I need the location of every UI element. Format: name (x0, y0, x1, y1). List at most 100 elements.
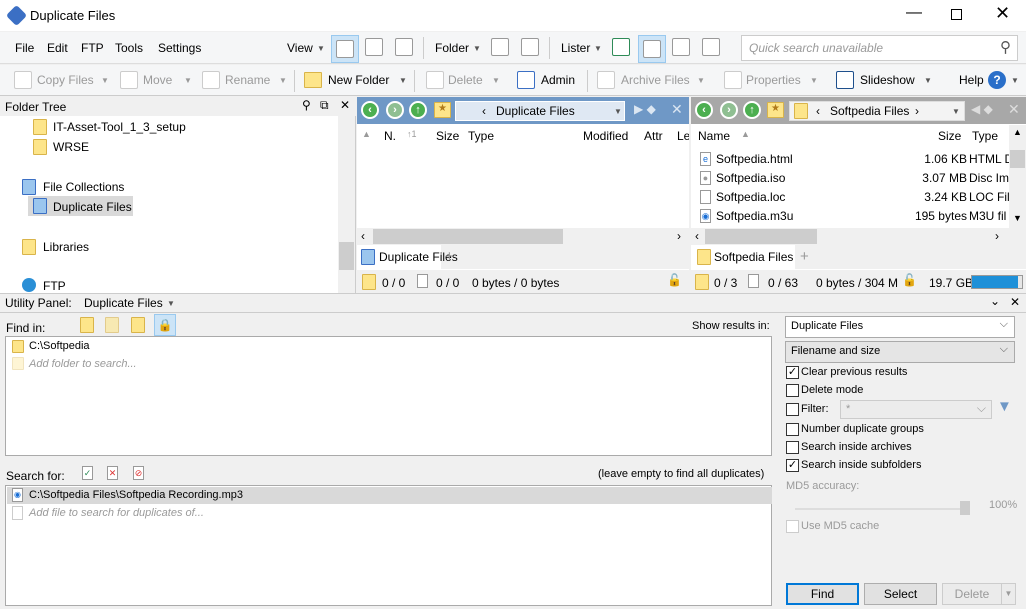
utility-close-icon[interactable]: ✕ (1010, 295, 1020, 309)
utility-mode-dropdown[interactable]: Duplicate Files (84, 296, 163, 310)
layout-dual-button[interactable] (395, 38, 413, 56)
delete-button[interactable]: Delete (448, 73, 483, 87)
favorites-icon[interactable]: ★ (434, 102, 451, 118)
delete-dropdown-button[interactable]: ▼ (1001, 583, 1016, 605)
clear-files-icon[interactable]: ⊘ (133, 466, 144, 480)
search-subfolders-checkbox[interactable]: ✓ (786, 459, 799, 472)
show-results-dropdown[interactable]: Duplicate Files (785, 316, 1015, 338)
add-folder-icon[interactable] (80, 317, 94, 333)
new-tab-button[interactable]: + (800, 248, 809, 265)
tree-search-icon[interactable]: ⚲ (302, 98, 311, 112)
tree-item[interactable]: IT-Asset-Tool_1_3_setup (53, 120, 186, 134)
menu-settings[interactable]: Settings (158, 41, 201, 55)
archive-files-button[interactable]: Archive Files (621, 73, 690, 87)
pane-close-icon[interactable]: ✕ (1008, 101, 1020, 118)
folder-menu[interactable]: Folder (435, 41, 469, 55)
left-path-box[interactable]: ‹ Duplicate Files ▼ (455, 101, 625, 121)
rename-button[interactable]: Rename (225, 73, 270, 87)
list-item[interactable]: ● Softpedia.iso 3.07 MB Disc Im (691, 169, 1009, 188)
tree-item[interactable]: WRSE (53, 140, 89, 154)
forward-icon[interactable]: › (720, 101, 738, 119)
menu-ftp[interactable]: FTP (81, 41, 104, 55)
menu-tools[interactable]: Tools (115, 41, 143, 55)
add-file-placeholder[interactable]: Add file to search for duplicates of... (29, 507, 204, 519)
tree-item[interactable]: FTP (43, 279, 66, 293)
filter-checkbox[interactable] (786, 403, 799, 416)
tree-item[interactable]: File Collections (43, 180, 124, 194)
delete-mode-checkbox[interactable] (786, 384, 799, 397)
pane-controls-icon[interactable]: ▶ ◆ (634, 102, 656, 116)
search-archives-checkbox[interactable] (786, 441, 799, 454)
lister-single-button[interactable] (612, 38, 630, 56)
up-icon[interactable]: ↑ (409, 101, 427, 119)
layout-preview-button[interactable] (365, 38, 383, 56)
list-item[interactable]: C:\Softpedia Files\Softpedia Recording.m… (29, 489, 243, 501)
lister-menu[interactable]: Lister (561, 41, 590, 55)
tree-close-icon[interactable]: ✕ (340, 98, 350, 112)
add-file-icon[interactable]: ✓ (82, 466, 93, 480)
right-hscrollbar[interactable]: ‹ › (691, 228, 1026, 245)
filter-input[interactable]: * ⌵ (840, 400, 992, 419)
lister-dual-button[interactable] (638, 35, 666, 63)
lister-vertical-button[interactable] (672, 38, 690, 56)
search-for-list[interactable]: ◉ C:\Softpedia Files\Softpedia Recording… (5, 485, 772, 606)
pane-close-icon[interactable]: ✕ (671, 101, 683, 118)
lock-icon[interactable]: 🔓 (902, 273, 917, 287)
add-folder-placeholder[interactable]: Add folder to search... (29, 358, 137, 370)
list-item[interactable]: C:\Softpedia (29, 340, 90, 352)
left-tab[interactable]: Duplicate Files (357, 245, 458, 269)
right-tab[interactable]: Softpedia Files (691, 245, 795, 269)
up-icon[interactable]: ↑ (743, 101, 761, 119)
right-vscrollbar[interactable]: ▲ ▼ (1009, 125, 1026, 228)
select-button[interactable]: Select (864, 583, 937, 605)
help-button[interactable]: Help (959, 73, 984, 87)
md5-accuracy-slider[interactable] (795, 499, 970, 515)
tree-scrollbar[interactable] (338, 116, 355, 293)
list-item[interactable]: e Softpedia.html 1.06 KB HTML D (691, 150, 1009, 169)
list-item[interactable]: Softpedia.loc 3.24 KB LOC Fil (691, 188, 1009, 207)
lister-utility-button[interactable] (702, 38, 720, 56)
filter-icon[interactable]: ▼ (997, 398, 1012, 415)
menu-edit[interactable]: Edit (47, 41, 68, 55)
find-button[interactable]: Find (786, 583, 859, 605)
find-in-list[interactable]: C:\Softpedia Add folder to search... (5, 336, 772, 456)
new-folder-button[interactable]: New Folder (328, 73, 389, 87)
tree-float-icon[interactable]: ⧉ (320, 98, 329, 113)
clear-previous-checkbox[interactable]: ✓ (786, 366, 799, 379)
list-item[interactable]: ◉ Softpedia.m3u 195 bytes M3U fil (691, 207, 1009, 226)
admin-button[interactable]: Admin (541, 73, 575, 87)
properties-button[interactable]: Properties (746, 73, 801, 87)
favorites-icon[interactable]: ★ (767, 102, 784, 118)
lock-folders-button[interactable]: 🔒 (154, 314, 176, 336)
clear-folders-icon[interactable] (131, 317, 145, 333)
lock-icon[interactable]: 🔓 (667, 273, 682, 287)
new-tab-button[interactable]: + (445, 248, 454, 265)
pane-controls-icon[interactable]: ◀ ◆ (971, 102, 993, 116)
md5-cache-checkbox[interactable] (786, 520, 799, 533)
folder-tree-button[interactable] (491, 38, 509, 56)
number-groups-checkbox[interactable] (786, 423, 799, 436)
tree-item[interactable]: Libraries (43, 240, 89, 254)
folder-tabs-button[interactable] (521, 38, 539, 56)
tree-item-selected[interactable]: Duplicate Files (53, 200, 132, 214)
menu-file[interactable]: File (15, 41, 34, 55)
collapse-icon[interactable]: ⌄ (990, 294, 1000, 308)
remove-file-icon[interactable]: ✕ (107, 466, 118, 480)
slideshow-button[interactable]: Slideshow (860, 73, 915, 87)
back-icon[interactable]: ‹ (695, 101, 713, 119)
back-icon[interactable]: ‹ (361, 101, 379, 119)
move-button[interactable]: Move (143, 73, 172, 87)
delete-button[interactable]: Delete (942, 583, 1002, 605)
layout-details-button[interactable] (331, 35, 359, 63)
close-button[interactable]: ✕ (995, 3, 1010, 24)
view-menu[interactable]: View (287, 41, 313, 55)
right-path-box[interactable]: ‹ Softpedia Files › ▼ (789, 101, 965, 121)
remove-folder-icon[interactable] (105, 317, 119, 333)
maximize-button[interactable] (951, 9, 962, 20)
minimize-button[interactable]: — (906, 4, 922, 22)
forward-icon[interactable]: › (386, 101, 404, 119)
match-mode-dropdown[interactable]: Filename and size (785, 341, 1015, 363)
copy-files-button[interactable]: Copy Files (37, 73, 94, 87)
quick-search-input[interactable]: Quick search unavailable ⚲ (741, 35, 1018, 61)
left-hscrollbar[interactable]: ‹ › (357, 228, 689, 245)
